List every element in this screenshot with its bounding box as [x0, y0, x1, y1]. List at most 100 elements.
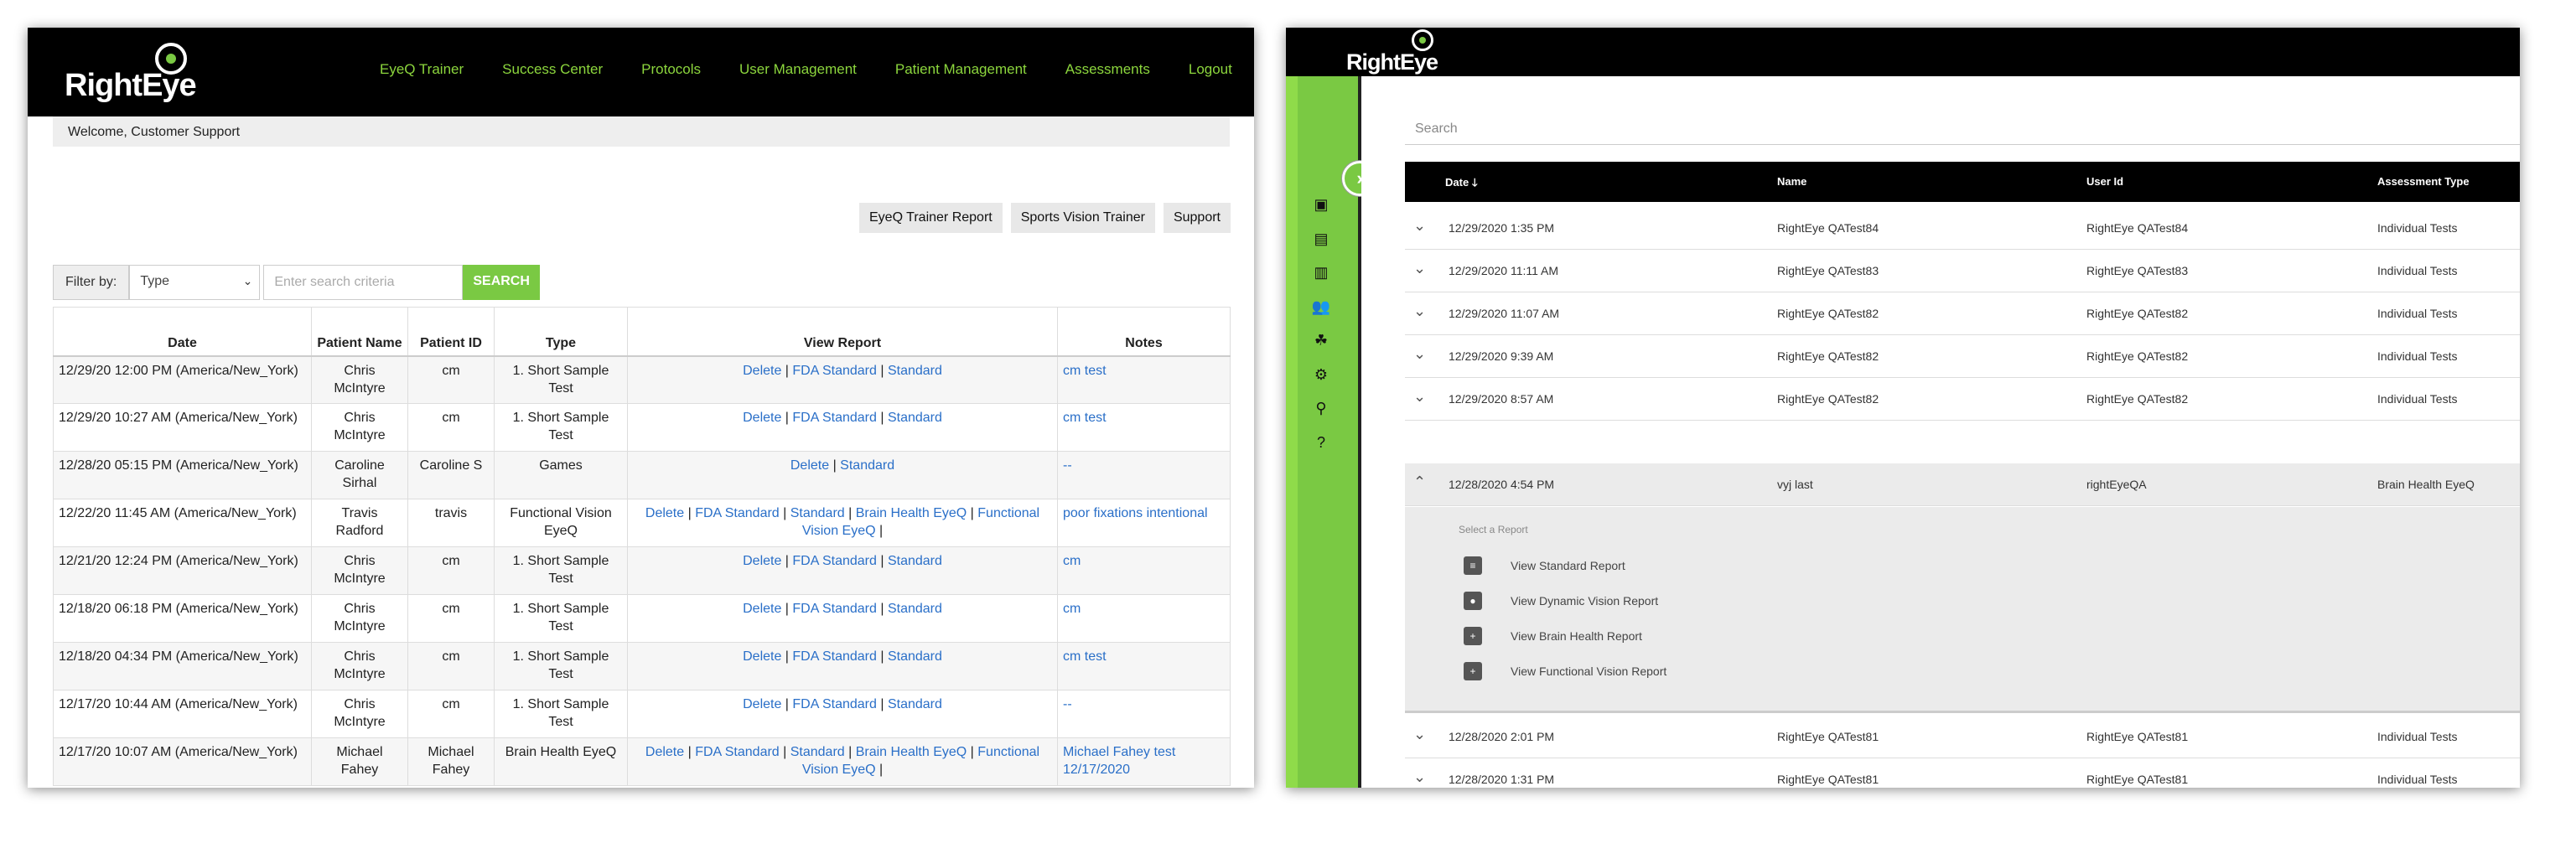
support-button[interactable]: Support [1163, 203, 1231, 233]
row-assessment-type: Individual Tests [2377, 730, 2458, 743]
cell-notes-link[interactable]: Michael Fahey test 12/17/2020 [1057, 737, 1231, 786]
report-link-fda-standard[interactable]: FDA Standard [695, 506, 780, 520]
report-link-standard[interactable]: Standard [888, 697, 942, 711]
report-link-delete[interactable]: Delete [743, 411, 781, 425]
search-button[interactable]: SEARCH [463, 265, 540, 300]
gear-icon[interactable]: ⚙ [1298, 362, 1345, 387]
report-link-delete[interactable]: Delete [790, 458, 829, 473]
table-row[interactable]: ⌄ 12/28/2020 2:01 PM RightEye QATest81 Righ… [1405, 716, 2520, 758]
view-brain-health-report-link[interactable]: + View Brain Health Report [1464, 624, 1642, 648]
report-link-brain-health-eyeq[interactable]: Brain Health EyeQ [856, 745, 967, 759]
cell-notes-link[interactable]: cm test [1057, 642, 1231, 690]
filter-type-select[interactable]: Type ⌄ [129, 265, 261, 300]
report-link-delete[interactable]: Delete [645, 745, 684, 759]
chevron-down-icon[interactable]: ⌄ [1413, 768, 1426, 786]
report-link-delete[interactable]: Delete [743, 697, 781, 711]
nav-logout[interactable]: Logout [1189, 61, 1232, 78]
search-input[interactable]: Search [1405, 111, 2520, 145]
row-name: RightEye QATest83 [1777, 264, 1879, 277]
chevron-down-icon[interactable]: ⌄ [1413, 345, 1426, 363]
table-row-expanded[interactable]: ⌃ 12/28/2020 4:54 PM vyj last rightEyeQA… [1405, 463, 2520, 506]
sports-vision-trainer-button[interactable]: Sports Vision Trainer [1010, 203, 1155, 233]
row-name: RightEye QATest82 [1777, 392, 1879, 406]
nav-assessments[interactable]: Assessments [1065, 61, 1150, 78]
column-header-patient-name[interactable]: Patient Name [311, 307, 408, 357]
assessment-list-icon[interactable]: ▤ [1298, 226, 1345, 251]
report-link-standard[interactable]: Standard [790, 506, 845, 520]
nav-protocols[interactable]: Protocols [641, 61, 701, 78]
report-link-delete[interactable]: Delete [743, 649, 781, 664]
column-header-date[interactable]: Date [53, 307, 312, 357]
groups-icon[interactable]: ☘ [1298, 328, 1345, 353]
table-row[interactable]: ⌄ 12/29/2020 11:11 AM RightEye QATest83 Rig… [1405, 250, 2520, 292]
report-link-delete[interactable]: Delete [743, 554, 781, 568]
cell-notes-link[interactable]: -- [1057, 451, 1231, 499]
view-dynamic-vision-report-link[interactable]: ● View Dynamic Vision Report [1464, 589, 1658, 613]
chevron-down-icon[interactable]: ⌄ [1413, 726, 1426, 743]
nav-patient-management[interactable]: Patient Management [895, 61, 1027, 78]
row-date: 12/29/2020 11:07 AM [1449, 307, 1560, 320]
chevron-down-icon[interactable]: ⌄ [1413, 388, 1426, 406]
chevron-down-icon[interactable]: ⌄ [1413, 260, 1426, 277]
nav-eyeq-trainer[interactable]: EyeQ Trainer [380, 61, 464, 78]
righteye-logo[interactable]: RightEye [1346, 29, 1438, 75]
eyeq-trainer-report-button[interactable]: EyeQ Trainer Report [859, 203, 1003, 233]
report-link-standard[interactable]: Standard [888, 649, 942, 664]
table-row[interactable]: ⌄ 12/29/2020 9:39 AM RightEye QATest82 Righ… [1405, 335, 2520, 378]
report-link-fda-standard[interactable]: FDA Standard [695, 745, 780, 759]
report-link-fda-standard[interactable]: FDA Standard [792, 411, 877, 425]
table-row: 12/18/20 06:18 PM (America/New_York) Chri… [53, 594, 1231, 643]
cell-notes-link[interactable]: -- [1057, 690, 1231, 738]
cell-notes-link[interactable]: cm [1057, 594, 1231, 643]
cell-notes-link[interactable]: poor fixations intentional [1057, 499, 1231, 547]
report-link-delete[interactable]: Delete [743, 364, 781, 378]
column-header-patient-id[interactable]: Patient ID [407, 307, 495, 357]
users-icon[interactable]: 👥 [1298, 294, 1345, 319]
report-link-delete[interactable]: Delete [743, 602, 781, 616]
column-header-notes: Notes [1057, 307, 1231, 357]
report-link-brain-health-eyeq[interactable]: Brain Health EyeQ [856, 506, 967, 520]
report-link-standard[interactable]: Standard [790, 745, 845, 759]
table-row[interactable]: ⌄ 12/29/2020 8:57 AM RightEye QATest82 Righ… [1405, 378, 2520, 421]
report-link-standard[interactable]: Standard [888, 364, 942, 378]
report-link-fda-standard[interactable]: FDA Standard [792, 364, 877, 378]
righteye-logo[interactable]: RightEye [65, 43, 199, 103]
column-header-type[interactable]: Type [494, 307, 628, 357]
cell-notes-link[interactable]: cm test [1057, 355, 1231, 404]
help-icon[interactable]: ? [1298, 430, 1345, 455]
chevron-down-icon[interactable]: ⌄ [1413, 303, 1426, 320]
cell-notes-link[interactable]: cm [1057, 546, 1231, 595]
report-link-fda-standard[interactable]: FDA Standard [792, 602, 877, 616]
cell-notes-link[interactable]: cm test [1057, 403, 1231, 452]
cell-view-report: Delete | Standard [627, 451, 1058, 499]
chevron-up-icon[interactable]: ⌃ [1413, 473, 1426, 491]
cell-patient-name: Michael Fahey [311, 737, 408, 786]
view-standard-report-link[interactable]: ≡ View Standard Report [1464, 554, 1625, 577]
nav-success-center[interactable]: Success Center [502, 61, 603, 78]
patient-card-icon[interactable]: ▣ [1298, 192, 1345, 217]
report-link-fda-standard[interactable]: FDA Standard [792, 649, 877, 664]
column-header-name[interactable]: Name [1777, 175, 1806, 188]
report-link-standard[interactable]: Standard [840, 458, 894, 473]
chevron-down-icon[interactable]: ⌄ [1413, 217, 1426, 235]
analytics-icon[interactable]: ⚲ [1298, 396, 1345, 421]
nav-user-management[interactable]: User Management [739, 61, 857, 78]
column-header-assessment-type[interactable]: Assessment Type [2377, 175, 2470, 188]
table-row[interactable]: ⌄ 12/28/2020 1:31 PM RightEye QATest81 Righ… [1405, 758, 2520, 788]
report-link-standard[interactable]: Standard [888, 554, 942, 568]
report-link-fda-standard[interactable]: FDA Standard [792, 697, 877, 711]
search-input[interactable]: Enter search criteria [263, 265, 464, 300]
view-functional-vision-report-link[interactable]: + View Functional Vision Report [1464, 659, 1666, 683]
report-link-fda-standard[interactable]: FDA Standard [792, 554, 877, 568]
report-print-icon[interactable]: ▥ [1298, 260, 1345, 285]
table-row[interactable]: ⌄ 12/29/2020 1:35 PM RightEye QATest84 Righ… [1405, 207, 2520, 250]
column-header-date[interactable]: Date 🡓 [1445, 175, 1478, 194]
cell-type: 1. Short Sample Test [494, 642, 628, 690]
table-row[interactable]: ⌄ 12/29/2020 11:07 AM RightEye QATest82 Rig… [1405, 292, 2520, 335]
column-header-user-id[interactable]: User Id [2086, 175, 2123, 188]
report-link-standard[interactable]: Standard [888, 411, 942, 425]
cell-patient-id: travis [407, 499, 495, 547]
cell-view-report: Delete | FDA Standard | Standard [627, 690, 1058, 738]
report-link-standard[interactable]: Standard [888, 602, 942, 616]
report-link-delete[interactable]: Delete [645, 506, 684, 520]
